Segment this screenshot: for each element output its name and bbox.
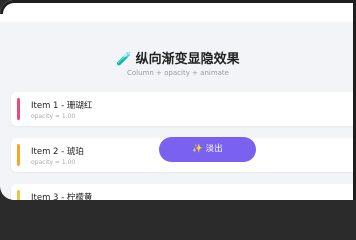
list-item: Item 1 - 珊瑚红 opacity = 1.00: [11, 92, 356, 126]
page-subtitle: Column + opacity + animate: [127, 69, 229, 77]
fade-out-button[interactable]: ✨ 淡出: [159, 137, 256, 162]
color-indicator: [17, 190, 20, 200]
list-item: Item 3 - 柠檬黄: [11, 184, 356, 200]
status-area: [0, 0, 356, 22]
color-indicator: [17, 144, 20, 166]
app-screen: 🧪 纵向渐变显隐效果 Column + opacity + animate Ite…: [0, 0, 356, 200]
item-label: Item 3 - 柠檬黄: [31, 193, 93, 200]
test-tube-icon: 🧪: [116, 52, 133, 67]
item-label: Item 2 - 琥珀: [31, 147, 84, 157]
item-opacity: opacity = 1.00: [31, 113, 76, 120]
color-indicator: [17, 98, 20, 120]
device-bezel-top: [12, 0, 356, 3]
page-title: 🧪 纵向渐变显隐效果: [0, 48, 356, 67]
item-label: Item 1 - 珊瑚红: [31, 101, 93, 111]
item-opacity: opacity = 1.00: [31, 159, 76, 166]
page-title-text: 纵向渐变显隐效果: [135, 52, 240, 67]
